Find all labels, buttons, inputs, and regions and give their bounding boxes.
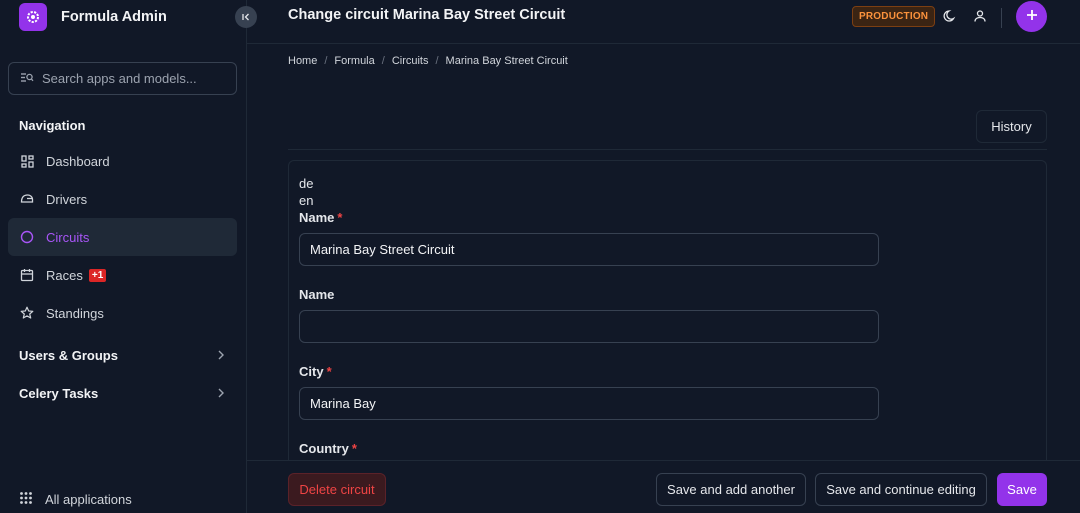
sidebar-item-circuits[interactable]: Circuits	[8, 218, 237, 256]
required-marker: *	[337, 210, 343, 225]
helmet-icon	[19, 191, 35, 207]
sidebar-item-races[interactable]: Races +1	[8, 256, 237, 294]
name-en-label: Name	[299, 287, 334, 302]
group-celery-tasks[interactable]: Celery Tasks	[19, 386, 225, 401]
country-label-text: Country	[299, 441, 349, 456]
group-users-groups[interactable]: Users & Groups	[19, 348, 225, 363]
all-applications-link[interactable]: All applications	[19, 491, 132, 508]
calendar-icon	[19, 267, 35, 283]
breadcrumb-current: Marina Bay Street Circuit	[445, 55, 568, 67]
breadcrumb-formula[interactable]: Formula	[334, 55, 374, 67]
page-title: Change circuit Marina Bay Street Circuit	[288, 7, 566, 23]
search-box[interactable]	[8, 62, 237, 95]
save-and-add-another-button[interactable]: Save and add another	[656, 473, 806, 506]
logo-icon	[19, 3, 47, 31]
name-field[interactable]	[299, 233, 879, 266]
sidebar-item-label: Circuits	[46, 229, 90, 245]
required-marker: *	[326, 364, 332, 379]
grid-icon	[19, 491, 33, 508]
name-label: Name *	[299, 210, 342, 225]
search-icon	[20, 71, 34, 86]
sidebar-item-dashboard[interactable]: Dashboard	[8, 142, 237, 180]
circle-icon	[19, 229, 35, 245]
user-menu-button[interactable]	[971, 8, 989, 26]
header-divider	[1001, 8, 1002, 28]
sidebar-item-standings[interactable]: Standings	[8, 294, 237, 332]
country-label: Country *	[299, 441, 357, 456]
required-marker: *	[351, 441, 357, 456]
group-label: Users & Groups	[19, 348, 118, 363]
breadcrumb-home[interactable]: Home	[288, 55, 317, 67]
language-tab-de[interactable]: de	[299, 176, 313, 191]
save-button[interactable]: Save	[997, 473, 1047, 506]
name-label-text: Name	[299, 210, 335, 225]
content-divider	[288, 149, 1047, 150]
environment-badge: PRODUCTION	[852, 6, 936, 27]
city-field[interactable]	[299, 387, 879, 420]
save-and-continue-button[interactable]: Save and continue editing	[815, 473, 987, 506]
sidebar-item-label: Drivers	[46, 191, 88, 207]
dark-mode-toggle[interactable]	[941, 8, 959, 26]
breadcrumb-separator: /	[435, 55, 439, 67]
sidebar-item-drivers[interactable]: Drivers	[8, 180, 237, 218]
sidebar-item-label: Standings	[46, 305, 104, 321]
races-count-badge: +1	[88, 268, 107, 282]
name-en-field[interactable]	[299, 310, 879, 343]
breadcrumb: Home / Formula / Circuits / Marina Bay S…	[288, 55, 568, 67]
chevron-right-icon	[217, 386, 225, 401]
delete-button[interactable]: Delete circuit	[288, 473, 386, 506]
app-name: Formula Admin	[61, 9, 167, 25]
city-label-text: City	[299, 364, 324, 379]
history-button[interactable]: History	[976, 110, 1047, 143]
all-applications-label: All applications	[45, 492, 132, 507]
top-header: Change circuit Marina Bay Street Circuit…	[247, 0, 1080, 44]
sidebar: Formula Admin Navigation Dashboard	[0, 0, 247, 513]
plus-icon	[1026, 9, 1038, 24]
search-input[interactable]	[42, 71, 222, 86]
user-icon	[973, 9, 987, 26]
collapse-icon	[241, 10, 251, 25]
chevron-right-icon	[217, 348, 225, 363]
breadcrumb-separator: /	[381, 55, 385, 67]
city-label: City *	[299, 364, 332, 379]
language-tab-en[interactable]: en	[299, 193, 313, 208]
moon-icon	[943, 9, 957, 26]
collapse-sidebar-button[interactable]	[235, 6, 257, 28]
group-label: Celery Tasks	[19, 386, 99, 401]
name-en-label-text: Name	[299, 287, 335, 302]
breadcrumb-separator: /	[324, 55, 328, 67]
breadcrumb-circuits[interactable]: Circuits	[392, 55, 429, 67]
navigation-heading: Navigation	[19, 118, 86, 133]
sidebar-item-label: Races	[46, 267, 83, 283]
dashboard-icon	[19, 153, 35, 169]
add-button[interactable]	[1016, 1, 1047, 32]
sidebar-item-label: Dashboard	[46, 153, 110, 169]
star-icon	[19, 305, 35, 321]
brand[interactable]: Formula Admin	[19, 3, 167, 31]
